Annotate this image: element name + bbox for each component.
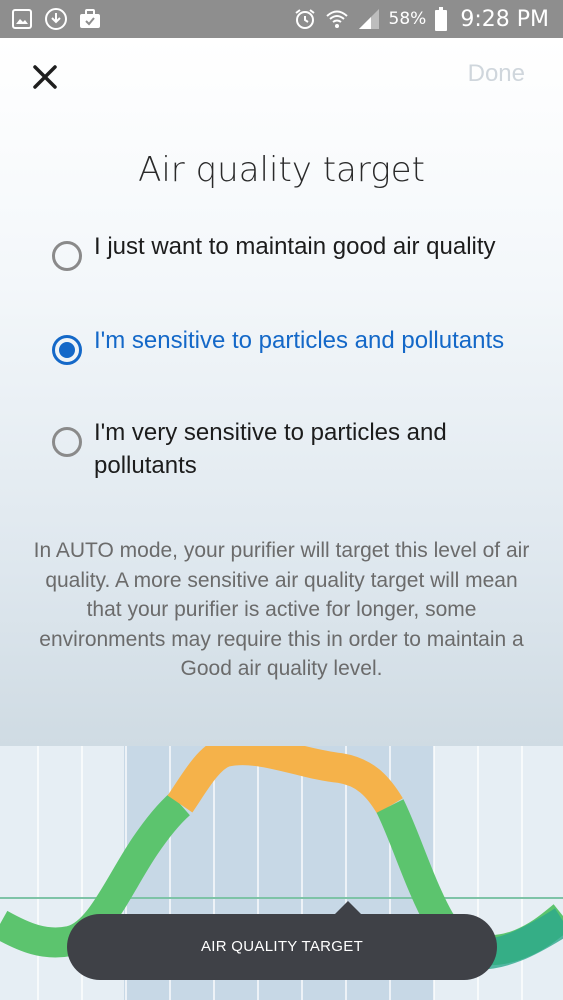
battery-icon [434,7,448,31]
briefcase-icon [78,7,102,31]
radio-button-selected[interactable] [52,335,82,365]
done-button[interactable]: Done [468,60,525,88]
close-icon [33,65,57,89]
radio-button[interactable] [52,427,82,457]
pill-pointer [334,901,362,915]
radio-button[interactable] [52,241,82,271]
option-label: I'm sensitive to particles and pollutant… [94,327,505,354]
option-label: I'm very sensitive to particles and poll… [94,419,447,479]
description-text: In AUTO mode, your purifier will target … [33,539,530,680]
status-bar: 58% 9:28 PM [0,0,563,38]
wifi-icon [325,7,349,31]
clock: 9:28 PM [460,6,549,32]
page-title: Air quality target [138,150,425,190]
download-icon [44,7,68,31]
image-icon [10,7,34,31]
close-button[interactable] [28,60,62,94]
air-quality-target-panel: Done Air quality target I just want to m… [0,38,563,746]
battery-percent: 58% [388,9,427,29]
alarm-icon [293,7,317,31]
option-label: I just want to maintain good air quality [94,233,496,260]
target-pill-label: AIR QUALITY TARGET [200,938,364,955]
air-quality-target-handle[interactable]: AIR QUALITY TARGET [67,901,497,980]
signal-icon [357,7,381,31]
